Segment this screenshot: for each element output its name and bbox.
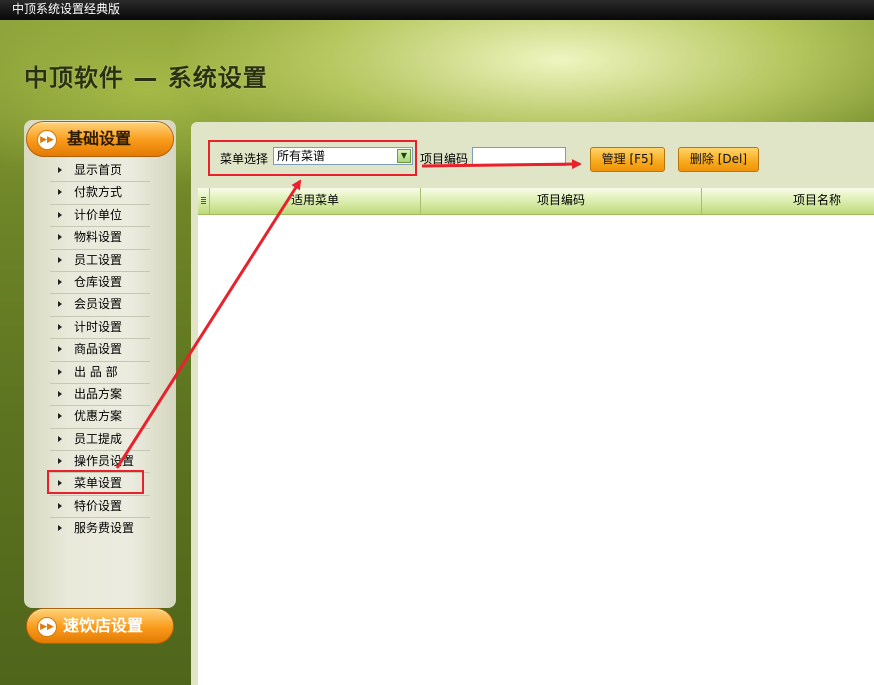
caret-right-icon: [58, 323, 62, 330]
caret-right-icon: [58, 234, 62, 241]
caret-right-icon: [58, 301, 62, 308]
column-header-applicable-menu[interactable]: 适用菜单: [210, 188, 421, 214]
sidebar-item-warehouse-settings[interactable]: 仓库设置: [50, 272, 150, 295]
fast-food-settings-label: 速饮店设置: [63, 616, 144, 635]
column-header-item-code[interactable]: 项目编码: [421, 188, 702, 214]
row-selector-icon[interactable]: [198, 188, 210, 214]
caret-right-icon: [58, 458, 62, 465]
caret-right-icon: [58, 167, 62, 173]
caret-right-icon: [58, 390, 62, 397]
forward-icon: ▶▶: [37, 130, 57, 150]
sidebar-item-label: 员工提成: [74, 431, 123, 446]
sidebar-item-product-settings[interactable]: 商品设置: [50, 339, 150, 362]
caret-right-icon: [58, 346, 62, 353]
manage-button[interactable]: 管理 [F5]: [590, 147, 665, 172]
sidebar-item-label: 会员设置: [74, 297, 123, 312]
sidebar-item-label: 显示首页: [74, 163, 123, 177]
sidebar-item-service-fee[interactable]: 服务费设置: [50, 518, 150, 540]
basic-settings-button[interactable]: ▶▶ 基础设置: [26, 121, 174, 157]
delete-button[interactable]: 删除 [Del]: [678, 147, 759, 172]
window-title-bar: 中顶系统设置经典版: [0, 0, 874, 20]
sidebar-item-staff-commission[interactable]: 员工提成: [50, 429, 150, 452]
items-grid[interactable]: 适用菜单 项目编码 项目名称: [198, 188, 874, 685]
sidebar-item-label: 物料设置: [74, 230, 123, 245]
sidebar-item-staff-settings[interactable]: 员工设置: [50, 250, 150, 272]
caret-right-icon: [58, 189, 62, 196]
sidebar-item-special-price[interactable]: 特价设置: [50, 496, 150, 519]
fast-food-settings-button[interactable]: ▶▶ 速饮店设置: [26, 608, 174, 644]
item-code-label: 项目编码: [420, 152, 469, 166]
sidebar-item-label: 计时设置: [74, 319, 123, 334]
column-header-item-name[interactable]: 项目名称: [702, 188, 874, 214]
main-panel: 菜单选择 所有菜谱 ▼ 项目编码 管理 [F5] 删除 [Del] 适用菜单 项…: [191, 122, 874, 685]
sidebar-item-label: 仓库设置: [74, 274, 123, 289]
sidebar-item-label: 出品方案: [74, 386, 123, 401]
sidebar-item-label: 计价单位: [74, 207, 123, 222]
sidebar-item-pricing-unit[interactable]: 计价单位: [50, 205, 150, 228]
caret-right-icon: [58, 502, 62, 509]
caret-right-icon: [58, 413, 62, 420]
item-code-input[interactable]: [472, 147, 566, 166]
window-title: 中顶系统设置经典版: [12, 2, 121, 16]
sidebar-item-output-plan[interactable]: 出品方案: [50, 384, 150, 407]
caret-right-icon: [58, 278, 62, 285]
basic-settings-label: 基础设置: [67, 129, 132, 148]
caret-right-icon: [58, 525, 62, 532]
sidebar-item-material-settings[interactable]: 物料设置: [50, 227, 150, 250]
annotation-box-menu-select: [208, 140, 417, 176]
caret-right-icon: [58, 211, 62, 218]
sidebar-item-payment-methods[interactable]: 付款方式: [50, 182, 150, 205]
forward-icon: ▶▶: [37, 617, 57, 637]
grid-header: 适用菜单 项目编码 项目名称: [198, 188, 874, 215]
caret-right-icon: [58, 368, 62, 375]
sidebar-item-label: 出 品 部: [74, 364, 118, 379]
annotation-box-menu-settings: [47, 470, 144, 494]
sidebar-item-timing-settings[interactable]: 计时设置: [50, 317, 150, 340]
sidebar-item-label: 付款方式: [74, 185, 123, 200]
sidebar-item-discount-plan[interactable]: 优惠方案: [50, 406, 150, 429]
sidebar-item-label: 操作员设置: [74, 454, 135, 469]
caret-right-icon: [58, 256, 62, 263]
sidebar-item-show-home[interactable]: 显示首页: [50, 160, 150, 183]
sidebar-item-label: 员工设置: [74, 252, 123, 267]
sidebar-item-label: 商品设置: [74, 342, 123, 357]
sidebar-item-output-dept[interactable]: 出 品 部: [50, 362, 150, 384]
page-title: 中顶软件 — 系统设置: [24, 64, 268, 92]
sidebar-item-label: 优惠方案: [74, 409, 123, 424]
sidebar-item-member-settings[interactable]: 会员设置: [50, 294, 150, 317]
sidebar-item-label: 特价设置: [74, 498, 123, 513]
caret-right-icon: [58, 435, 62, 442]
sidebar-item-label: 服务费设置: [74, 521, 135, 536]
